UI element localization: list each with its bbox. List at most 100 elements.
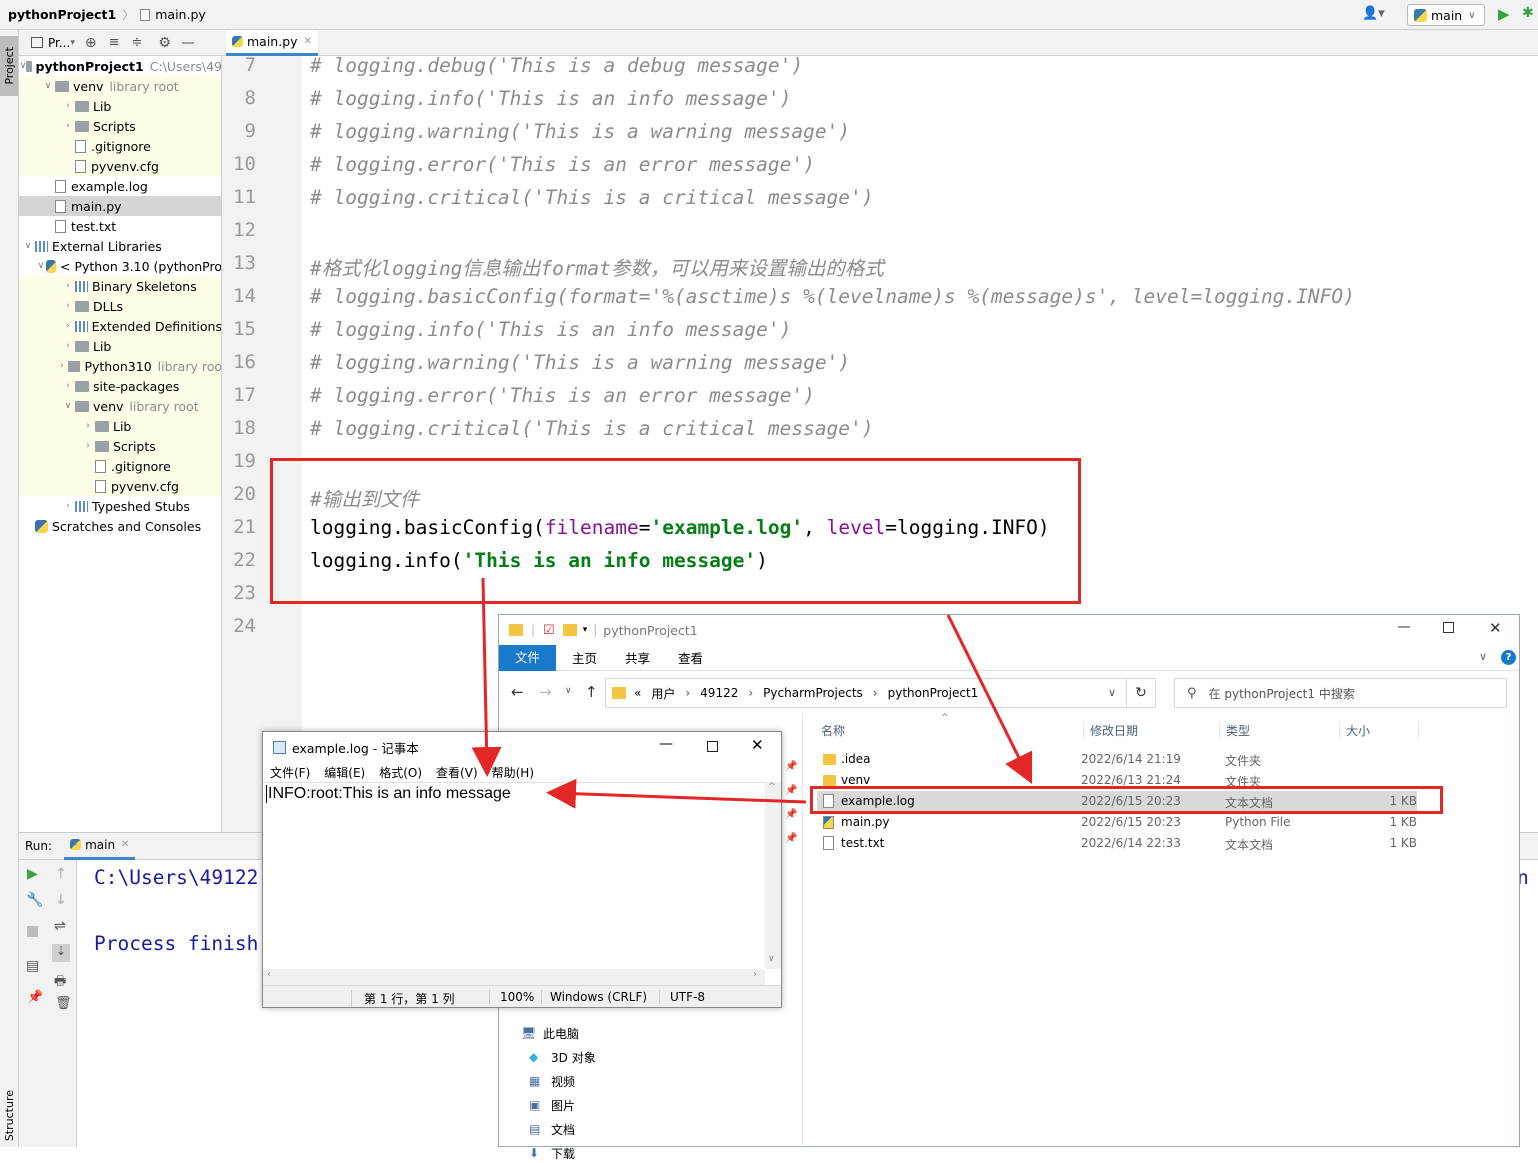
ribbon-tab-share[interactable]: 共享 [625,648,650,667]
column-type[interactable]: 类型 [1219,722,1250,739]
chevron-down-icon[interactable]: ∨ [1108,686,1116,699]
nav-tree-item[interactable]: ▣ 图片 [529,1095,575,1115]
expand-all-icon[interactable]: ≡ [109,35,120,50]
tree-item[interactable]: › Lib [19,96,221,116]
path-segment[interactable]: PycharmProjects [763,686,863,700]
scroll-end-icon[interactable]: ⇣ [52,944,70,962]
file-row[interactable]: main.py 2022/6/15 20:23 Python File 1 KB [817,812,1417,833]
tree-item[interactable]: › Scripts [19,116,221,136]
close-icon[interactable]: ✕ [304,36,312,47]
tree-item[interactable]: test.txt [19,216,221,236]
gear-icon[interactable]: ⚙ [158,35,171,51]
chevron-right-icon[interactable]: › [61,301,75,311]
quick-access-dropdown[interactable]: ▾ [583,625,588,635]
tree-item[interactable]: pyvenv.cfg [19,156,221,176]
chevron-right-icon[interactable]: › [61,341,75,351]
properties-icon[interactable]: ☑ [543,623,555,638]
vertical-scrollbar[interactable]: ^ ∨ [765,782,781,969]
chevron-right-icon[interactable]: › [61,281,75,291]
tree-item[interactable]: › Typeshed Stubs [19,496,221,516]
path-segment[interactable]: 49122 [700,686,738,700]
tree-item[interactable]: ∨ External Libraries [19,236,221,256]
tree-item[interactable]: › site-packages [19,376,221,396]
tree-item[interactable]: › Scripts [19,436,221,456]
tree-item[interactable]: › Lib [19,416,221,436]
run-config-select[interactable]: main ∨ [1407,4,1485,26]
refresh-button[interactable]: ↻ [1126,678,1156,708]
horizontal-scrollbar[interactable]: ‹ › [263,969,765,985]
tree-item[interactable]: › Binary Skeletons [19,276,221,296]
debug-icon[interactable]: ✱ [1522,5,1534,21]
pin-icon[interactable]: 📌 [27,990,43,1005]
project-tool-tab[interactable]: Project [0,36,18,96]
minimize-button[interactable]: — [659,736,673,752]
close-button[interactable]: ✕ [751,736,764,754]
search-box[interactable]: ⚲ 在 pythonProject1 中搜索 [1174,678,1507,708]
minimize-button[interactable]: — [1397,619,1411,635]
chevron-down-icon[interactable]: ∨ [1479,650,1487,663]
run-icon[interactable]: ▶ [1498,5,1510,23]
chevron-down-icon[interactable]: ∨ [21,241,35,251]
collapse-all-icon[interactable]: ≑ [131,35,142,50]
tree-item[interactable]: main.py [19,196,221,216]
chevron-right-icon[interactable]: › [61,381,75,391]
pin-icon[interactable]: 📌 [785,809,797,820]
rerun-icon[interactable]: ▶ [27,866,38,882]
menu-edit[interactable]: 编辑(E) [324,764,365,781]
tree-item[interactable]: Scratches and Consoles [19,516,221,536]
path-overflow[interactable]: « [634,686,641,700]
maximize-button[interactable] [707,741,718,752]
breadcrumb-file[interactable]: main.py [155,7,206,22]
recent-dropdown-icon[interactable]: ∨ [565,686,572,696]
column-name[interactable]: 名称 [821,722,845,739]
chevron-right-icon[interactable]: › [61,321,75,331]
project-view-select[interactable]: Pr... [48,36,70,50]
scroll-left-icon[interactable]: ‹ [267,969,271,980]
pin-icon[interactable]: 📌 [785,833,797,844]
nav-tree-item[interactable]: 🖥 此电脑 [521,1023,579,1043]
nav-tree-item[interactable]: ◆ 3D 对象 [529,1047,596,1067]
tree-item[interactable]: › Lib [19,336,221,356]
tree-item[interactable]: example.log [19,176,221,196]
chevron-right-icon[interactable]: › [81,421,95,431]
scroll-up-icon[interactable]: ^ [768,782,776,792]
tree-item[interactable]: .gitignore [19,136,221,156]
nav-tree-item[interactable]: ▦ 视频 [529,1071,575,1091]
breadcrumb-project[interactable]: pythonProject1 [8,7,116,22]
menu-format[interactable]: 格式(O) [379,764,422,781]
scroll-right-icon[interactable]: › [753,969,757,980]
tree-item[interactable]: › Extended Definitions [19,316,221,336]
scroll-down-icon[interactable]: ∨ [768,954,775,964]
trash-icon[interactable]: 🗑 [55,996,72,1011]
wrench-icon[interactable]: 🔧 [26,892,43,908]
nav-tree-item[interactable]: ⬇ 下载 [529,1143,575,1163]
chevron-down-icon[interactable]: ∨ [20,61,27,71]
ribbon-tab-home[interactable]: 主页 [572,648,597,667]
chevron-right-icon[interactable]: › [56,361,68,371]
ribbon-tab-view[interactable]: 查看 [678,648,703,667]
notepad-text-area[interactable]: INFO:root:This is an info message [263,782,765,969]
user-icon[interactable]: 👤▾ [1362,6,1385,21]
tree-item[interactable]: .gitignore [19,456,221,476]
stop-icon[interactable] [27,926,38,937]
close-icon[interactable]: ✕ [121,839,129,850]
help-icon[interactable]: ? [1501,650,1516,665]
editor-tab-main[interactable]: main.py ✕ [226,30,318,56]
tree-item[interactable]: ∨ < Python 3.10 (pythonPro [19,256,221,276]
layout-icon[interactable]: ▤ [26,958,39,974]
column-date[interactable]: 修改日期 [1083,722,1138,739]
back-icon[interactable]: ← [511,683,524,701]
menu-view[interactable]: 查看(V) [436,764,478,781]
chevron-down-icon[interactable]: ∨ [41,81,55,91]
menu-file[interactable]: 文件(F) [270,764,310,781]
path-segment[interactable]: pythonProject1 [888,686,979,700]
chevron-down-icon[interactable]: ∨ [36,261,47,271]
pin-icon[interactable]: 📌 [785,761,797,772]
pin-icon[interactable]: 📌 [785,785,797,796]
structure-tool-tab[interactable]: Structure [0,1088,18,1144]
tree-item[interactable]: ∨ venv library root [19,396,221,416]
print-icon[interactable]: 🖶 [54,972,66,994]
column-size[interactable]: 大小 [1339,722,1419,739]
forward-icon[interactable]: → [539,683,552,701]
tree-item[interactable]: ∨ venv library root [19,76,221,96]
